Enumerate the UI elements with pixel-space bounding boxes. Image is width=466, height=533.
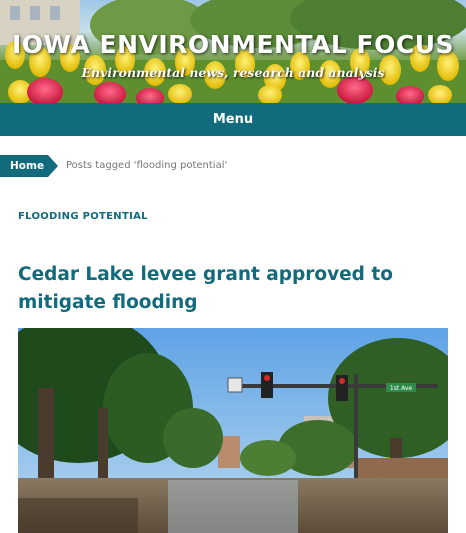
site-title[interactable]: IOWA ENVIRONMENTAL FOCUS xyxy=(0,30,466,59)
archive-category-label: FLOODING POTENTIAL xyxy=(18,211,148,222)
post-featured-image[interactable]: 1st Ave xyxy=(18,328,448,533)
flooded-street-photo: 1st Ave xyxy=(18,328,448,533)
street-sign-text: 1st Ave xyxy=(390,385,413,392)
post-title-link[interactable]: Cedar Lake levee grant approved to mitig… xyxy=(18,261,438,317)
breadcrumb-home-link[interactable]: Home xyxy=(0,155,58,177)
breadcrumb-current: Posts tagged 'flooding potential' xyxy=(66,160,228,171)
breadcrumb: Home Posts tagged 'flooding potential' xyxy=(0,155,466,177)
site-header-banner: IOWA ENVIRONMENTAL FOCUS Environmental n… xyxy=(0,0,466,103)
menu-label: Menu xyxy=(212,112,254,127)
site-tagline: Environmental news, research and analysi… xyxy=(81,65,385,80)
menu-toggle-button[interactable]: Menu xyxy=(0,103,466,136)
